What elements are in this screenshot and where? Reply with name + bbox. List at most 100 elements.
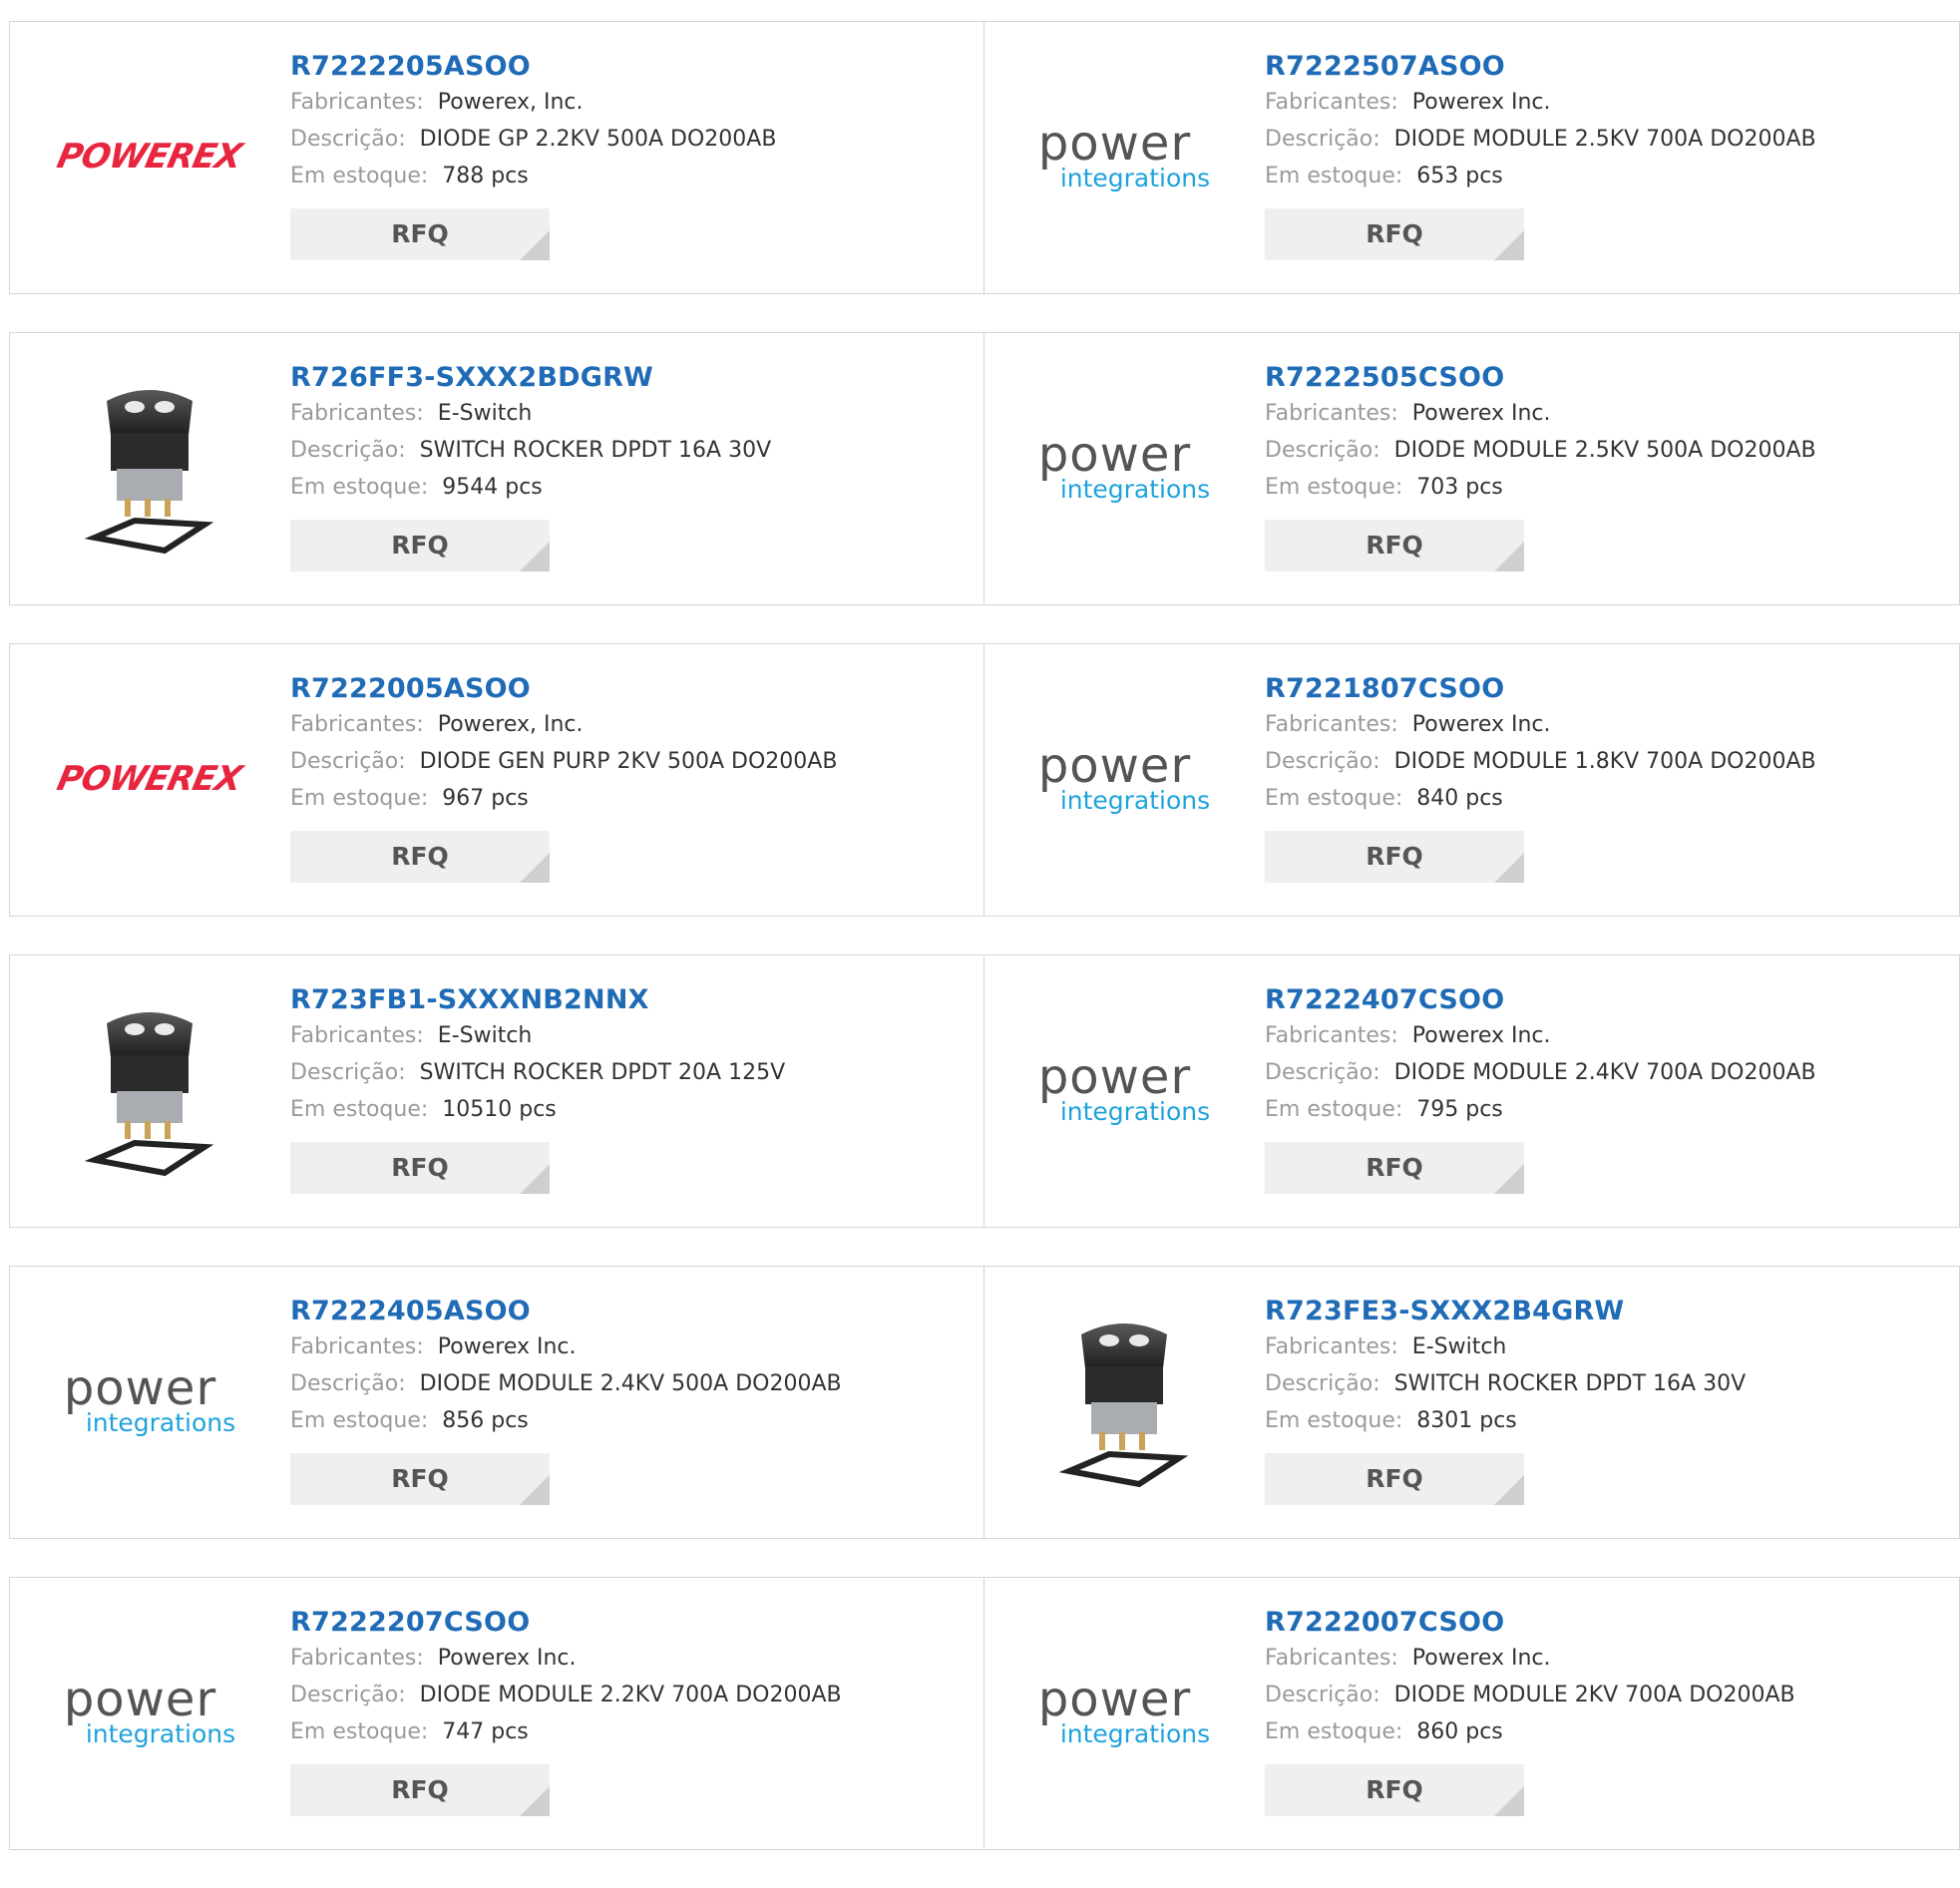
description-label: Descrição: <box>290 1683 406 1707</box>
product-card: POWEREX R7222205ASOO Fabricantes: Powerex, … <box>9 21 984 294</box>
manufacturer-line: Fabricantes: E-Switch <box>1265 1328 1746 1365</box>
stock-value: 860 pcs <box>1416 1719 1503 1744</box>
description-label: Descrição: <box>1265 1371 1380 1396</box>
product-image[interactable]: power integrations <box>40 1307 259 1496</box>
part-number-link[interactable]: R7222007CSOO <box>1265 1606 1795 1640</box>
power-integrations-logo: power integrations <box>63 1360 236 1437</box>
stock-value: 840 pcs <box>1416 786 1503 811</box>
product-card: power integrations R7222407CSOO Fabricantes… <box>984 954 1960 1228</box>
rfq-button[interactable]: RFQ <box>290 520 550 571</box>
rfq-button[interactable]: RFQ <box>1265 520 1524 571</box>
part-number-link[interactable]: R7222207CSOO <box>290 1606 842 1640</box>
product-info: R7222405ASOO Fabricantes: Powerex Inc. Desc… <box>290 1295 842 1505</box>
rfq-button[interactable]: RFQ <box>1265 1453 1524 1505</box>
rfq-label: RFQ <box>391 842 449 871</box>
description-line: Descrição: DIODE GP 2.2KV 500A DO200AB <box>290 121 776 158</box>
rfq-button[interactable]: RFQ <box>290 208 550 260</box>
stock-label: Em estoque: <box>1265 786 1403 811</box>
stock-line: Em estoque: 795 pcs <box>1265 1091 1816 1128</box>
stock-value: 795 pcs <box>1416 1097 1503 1122</box>
part-number-link[interactable]: R7222405ASOO <box>290 1295 842 1328</box>
rfq-button[interactable]: RFQ <box>290 1453 550 1505</box>
manufacturer-line: Fabricantes: Powerex Inc. <box>1265 1640 1795 1677</box>
rfq-label: RFQ <box>1366 1775 1423 1804</box>
stock-line: Em estoque: 8301 pcs <box>1265 1402 1746 1439</box>
stock-value: 653 pcs <box>1416 164 1503 189</box>
power-integrations-logo: power integrations <box>1037 427 1211 504</box>
product-image[interactable]: power integrations <box>1014 62 1234 251</box>
rfq-button[interactable]: RFQ <box>290 831 550 883</box>
manufacturer-value: E-Switch <box>437 1023 533 1048</box>
rfq-button[interactable]: RFQ <box>290 1764 550 1816</box>
manufacturer-value: Powerex Inc. <box>1411 1023 1551 1048</box>
product-image[interactable]: power integrations <box>1014 1618 1234 1807</box>
rfq-button[interactable]: RFQ <box>1265 208 1524 260</box>
manufacturer-label: Fabricantes: <box>1265 712 1398 737</box>
manufacturer-label: Fabricantes: <box>1265 1334 1398 1359</box>
manufacturer-label: Fabricantes: <box>1265 401 1398 426</box>
manufacturer-line: Fabricantes: Powerex Inc. <box>1265 706 1816 743</box>
stock-line: Em estoque: 967 pcs <box>290 780 837 817</box>
part-number-link[interactable]: R726FF3-SXXX2BDGRW <box>290 361 771 395</box>
rfq-label: RFQ <box>391 531 449 560</box>
description-line: Descrição: DIODE MODULE 2.2KV 700A DO200A… <box>290 1677 842 1713</box>
product-card: power integrations R7222405ASOO Fabricantes… <box>9 1266 984 1539</box>
manufacturer-line: Fabricantes: Powerex Inc. <box>1265 395 1816 432</box>
manufacturer-value: Powerex Inc. <box>437 1646 577 1671</box>
description-value: DIODE MODULE 2.5KV 700A DO200AB <box>1393 127 1816 152</box>
part-number-link[interactable]: R7222205ASOO <box>290 50 776 84</box>
product-image[interactable] <box>40 373 259 563</box>
description-label: Descrição: <box>1265 1683 1380 1707</box>
part-number-link[interactable]: R7222507ASOO <box>1265 50 1816 84</box>
manufacturer-value: E-Switch <box>1411 1334 1507 1359</box>
stock-label: Em estoque: <box>290 164 429 189</box>
description-label: Descrição: <box>290 438 406 463</box>
manufacturer-value: E-Switch <box>437 401 533 426</box>
description-value: DIODE GP 2.2KV 500A DO200AB <box>419 127 777 152</box>
corner-triangle-icon <box>1494 853 1524 883</box>
manufacturer-label: Fabricantes: <box>1265 1023 1398 1048</box>
product-image[interactable]: power integrations <box>1014 995 1234 1185</box>
description-line: Descrição: SWITCH ROCKER DPDT 20A 125V <box>290 1054 785 1091</box>
corner-triangle-icon <box>1494 1475 1524 1505</box>
product-row: power integrations R7222207CSOO Fabricantes… <box>9 1577 1960 1850</box>
part-number-link[interactable]: R7221807CSOO <box>1265 672 1816 706</box>
product-image[interactable] <box>1014 1307 1234 1496</box>
part-number-link[interactable]: R723FE3-SXXX2B4GRW <box>1265 1295 1746 1328</box>
corner-triangle-icon <box>520 230 550 260</box>
part-number-link[interactable]: R7222407CSOO <box>1265 983 1816 1017</box>
rfq-button[interactable]: RFQ <box>1265 831 1524 883</box>
description-value: SWITCH ROCKER DPDT 16A 30V <box>1393 1371 1747 1396</box>
rfq-button[interactable]: RFQ <box>1265 1142 1524 1194</box>
product-card: power integrations R7222007CSOO Fabricantes… <box>984 1577 1960 1850</box>
corner-triangle-icon <box>1494 1786 1524 1816</box>
stock-line: Em estoque: 856 pcs <box>290 1402 842 1439</box>
rfq-button[interactable]: RFQ <box>1265 1764 1524 1816</box>
rfq-button[interactable]: RFQ <box>290 1142 550 1194</box>
product-row: R726FF3-SXXX2BDGRW Fabricantes: E-Switch De… <box>9 332 1960 605</box>
manufacturer-value: Powerex, Inc. <box>437 90 584 115</box>
product-image[interactable]: power integrations <box>1014 373 1234 563</box>
rfq-label: RFQ <box>1366 1153 1423 1182</box>
product-card: power integrations R7222505CSOO Fabricantes… <box>984 332 1960 605</box>
part-number-link[interactable]: R7222505CSOO <box>1265 361 1816 395</box>
product-image[interactable]: power integrations <box>1014 684 1234 874</box>
description-value: SWITCH ROCKER DPDT 20A 125V <box>419 1060 786 1085</box>
product-image[interactable]: POWEREX <box>40 684 259 874</box>
part-number-link[interactable]: R723FB1-SXXXNB2NNX <box>290 983 785 1017</box>
manufacturer-value: Powerex Inc. <box>1411 90 1551 115</box>
manufacturer-line: Fabricantes: E-Switch <box>290 395 771 432</box>
power-integrations-logo: power integrations <box>1037 116 1211 192</box>
rocker-switch-image <box>65 373 234 563</box>
product-image[interactable]: POWEREX <box>40 62 259 251</box>
part-number-link[interactable]: R7222005ASOO <box>290 672 837 706</box>
manufacturer-line: Fabricantes: Powerex Inc. <box>290 1640 842 1677</box>
product-image[interactable] <box>40 995 259 1185</box>
rfq-label: RFQ <box>1366 219 1423 248</box>
manufacturer-value: Powerex Inc. <box>1411 401 1551 426</box>
stock-value: 10510 pcs <box>442 1097 557 1122</box>
product-image[interactable]: power integrations <box>40 1618 259 1807</box>
manufacturer-label: Fabricantes: <box>290 1023 424 1048</box>
stock-label: Em estoque: <box>1265 164 1403 189</box>
manufacturer-value: Powerex Inc. <box>437 1334 577 1359</box>
